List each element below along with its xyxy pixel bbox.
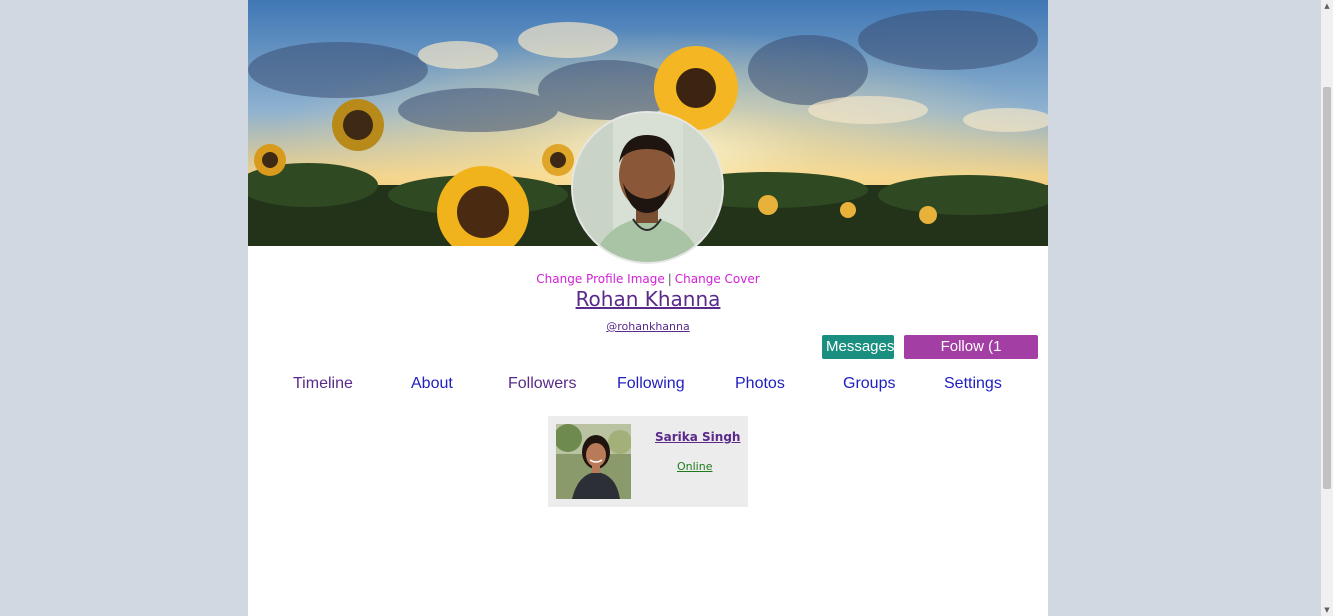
follower-name[interactable]: Sarika Singh xyxy=(655,430,740,444)
scrollbar-thumb[interactable] xyxy=(1323,87,1331,489)
tab-following[interactable]: Following xyxy=(617,375,685,393)
profile-page: Change Profile Image | Change Cover Rohan … xyxy=(248,0,1048,616)
scroll-up-arrow-icon[interactable]: ▲ xyxy=(1321,0,1333,12)
profile-handle[interactable]: @rohankhanna xyxy=(248,320,1048,333)
profile-avatar[interactable] xyxy=(571,111,724,264)
scroll-down-arrow-icon[interactable]: ▼ xyxy=(1321,604,1333,616)
tab-timeline[interactable]: Timeline xyxy=(293,375,353,393)
change-cover-link[interactable]: Change Cover xyxy=(675,272,760,286)
change-profile-image-link[interactable]: Change Profile Image xyxy=(536,272,664,286)
change-image-links: Change Profile Image | Change Cover xyxy=(248,272,1048,286)
messages-button[interactable]: Messages xyxy=(822,335,894,359)
profile-name[interactable]: Rohan Khanna xyxy=(248,287,1048,311)
tab-settings[interactable]: Settings xyxy=(944,375,1002,393)
tab-about[interactable]: About xyxy=(411,375,453,393)
follow-button[interactable]: Follow (1 Followers) xyxy=(904,335,1038,379)
tab-groups[interactable]: Groups xyxy=(843,375,895,393)
link-separator: | xyxy=(667,272,672,286)
profile-tabs: Timeline About Followers Following Photo… xyxy=(248,375,1048,397)
tab-followers[interactable]: Followers xyxy=(508,375,576,393)
follower-status[interactable]: Online xyxy=(677,460,712,473)
follower-avatar[interactable] xyxy=(556,424,631,499)
follower-card: Sarika Singh Online xyxy=(548,416,748,507)
tab-photos[interactable]: Photos xyxy=(735,375,785,393)
vertical-scrollbar[interactable]: ▲ ▼ xyxy=(1321,0,1333,616)
